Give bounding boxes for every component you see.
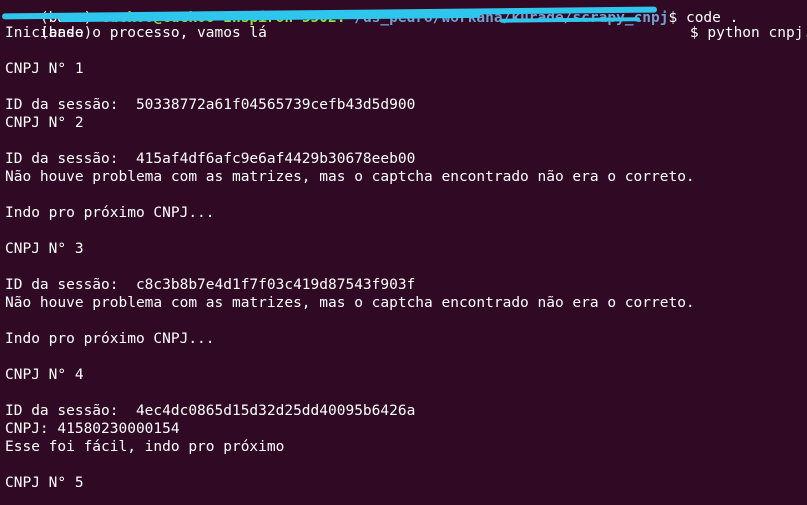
output-line: ID da sessão: 50338772a61f04565739cefb43… bbox=[5, 97, 416, 113]
output-line: Indo pro próximo CNPJ... bbox=[5, 205, 215, 221]
output-line: CNPJ N° 2 bbox=[5, 115, 84, 131]
output-line: CNPJ N° 1 bbox=[5, 61, 84, 77]
output-line: CNPJ N° 3 bbox=[5, 241, 84, 257]
output-line: Iniciando o processo, vamos lá bbox=[5, 25, 267, 41]
output-line: Esse foi fácil, indo pro próximo bbox=[5, 439, 285, 455]
output-line: CNPJ: 41580230000154 bbox=[5, 421, 180, 437]
output-line: Não houve problema com as matrizes, mas … bbox=[5, 169, 695, 185]
output-line: Indo pro próximo CNPJ... bbox=[5, 331, 215, 347]
terminal-window[interactable]: (base) cuckoo@cuckoo-Inspiron-5502:~/ds_… bbox=[0, 0, 807, 505]
output-line: CNPJ N° 4 bbox=[5, 367, 84, 383]
output-line: ID da sessão: 4ec4dc0865d15d32d25dd40095… bbox=[5, 403, 416, 419]
output-line: ID da sessão: 415af4df6afc9e6af4429b3067… bbox=[5, 151, 416, 167]
output-line: ID da sessão: c8c3b8b7e4d1f7f03c419d8754… bbox=[5, 277, 416, 293]
current-prompt-command: python cnpj.py bbox=[707, 25, 807, 41]
output-line: Não houve problema com as matrizes, mas … bbox=[5, 295, 695, 311]
current-prompt-symbol: $ bbox=[689, 25, 699, 41]
current-prompt-command-line: $ python cnpj.py bbox=[655, 6, 807, 41]
output-line: CNPJ N° 5 bbox=[5, 475, 84, 491]
